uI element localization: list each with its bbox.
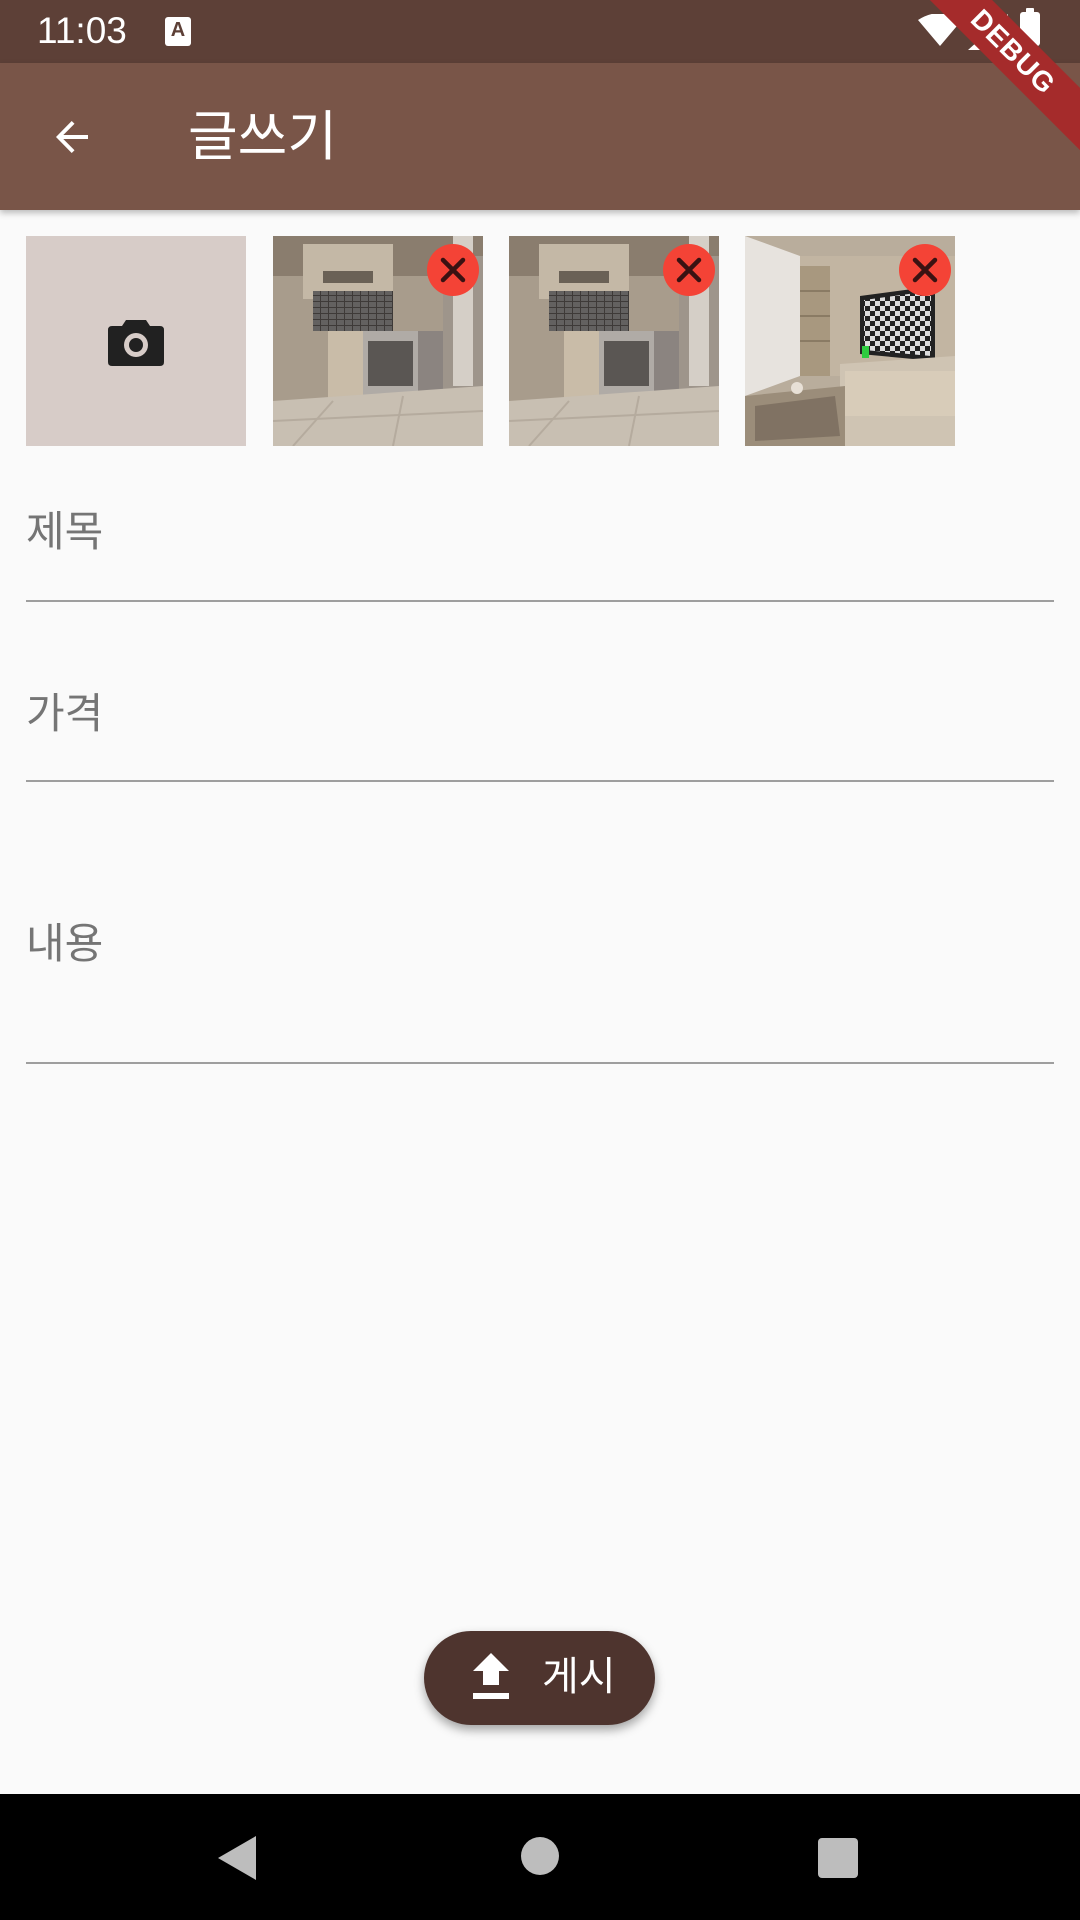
arrow-back-icon <box>56 121 88 153</box>
recents-square-icon[interactable] <box>818 1838 858 1878</box>
upload-icon <box>473 1653 509 1699</box>
status-bar: 11:03 A <box>0 0 1080 63</box>
home-circle-icon[interactable] <box>521 1837 559 1875</box>
content-field[interactable]: 내용 <box>26 880 1054 1064</box>
remove-photo-button[interactable] <box>427 244 479 296</box>
photo-thumbnail[interactable] <box>745 236 955 446</box>
content-label: 내용 <box>26 919 104 968</box>
post-button[interactable]: 게시 <box>424 1631 655 1725</box>
add-photo-button[interactable] <box>26 236 246 446</box>
post-button-label: 게시 <box>542 1654 616 1700</box>
photo-thumbnail[interactable] <box>273 236 483 446</box>
back-button[interactable] <box>36 101 108 173</box>
close-icon <box>676 257 702 283</box>
notification-a-icon: A <box>165 17 191 46</box>
status-time: 11:03 <box>37 10 127 51</box>
app-bar: 글쓰기 <box>0 63 1080 210</box>
close-icon <box>440 257 466 283</box>
title-field[interactable]: 제목 <box>26 478 1054 602</box>
page-title: 글쓰기 <box>188 105 338 168</box>
photo-thumbnail[interactable] <box>509 236 719 446</box>
price-label: 가격 <box>26 689 104 738</box>
camera-icon <box>108 320 164 366</box>
back-triangle-icon[interactable] <box>216 1834 258 1882</box>
price-field[interactable]: 가격 <box>26 660 1054 782</box>
title-label: 제목 <box>26 507 104 556</box>
remove-photo-button[interactable] <box>663 244 715 296</box>
remove-photo-button[interactable] <box>899 244 951 296</box>
navigation-bar <box>0 1794 1080 1920</box>
close-icon <box>912 257 938 283</box>
